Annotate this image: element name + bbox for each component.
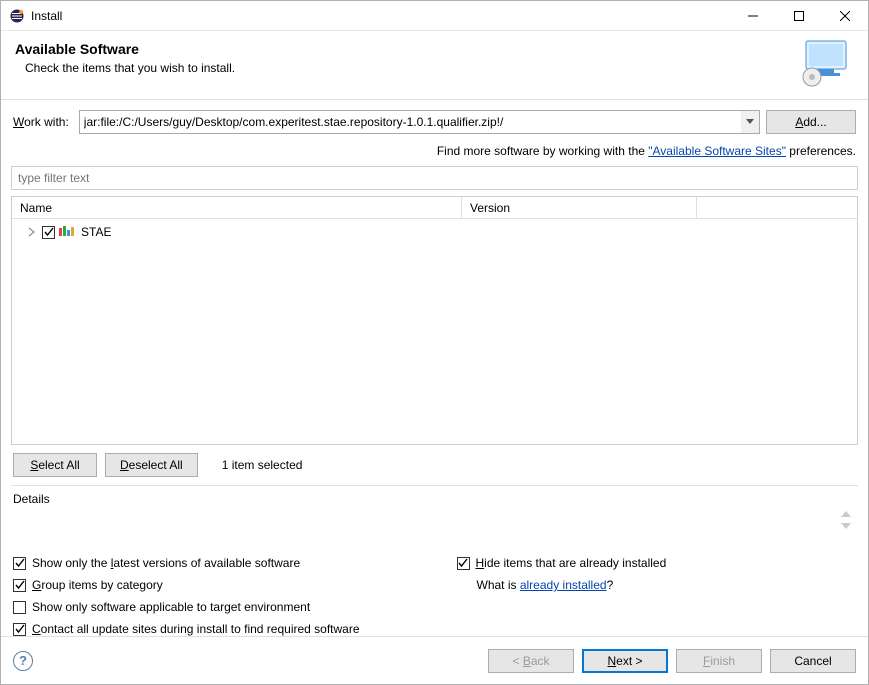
help-button[interactable]: ? [13, 651, 33, 671]
option-applicable[interactable]: Show only software applicable to target … [13, 600, 415, 614]
close-button[interactable] [822, 1, 868, 31]
work-with-label: Work with: [13, 115, 73, 129]
chevron-down-icon[interactable] [741, 111, 759, 133]
finish-button[interactable]: Finish [676, 649, 762, 673]
option-show-latest[interactable]: Show only the latest versions of availab… [13, 556, 415, 570]
option-contact-sites[interactable]: Contact all update sites during install … [13, 622, 415, 636]
checkbox-checked-icon[interactable] [13, 579, 26, 592]
install-dialog: Install Available Software Check the ite… [0, 0, 869, 685]
details-group: Details [11, 492, 858, 546]
wizard-header: Available Software Check the items that … [1, 31, 868, 100]
tree-item-stae[interactable]: STAE [18, 223, 851, 241]
option-label: Show only the latest versions of availab… [32, 556, 300, 570]
page-title: Available Software [15, 41, 235, 57]
tree-item-checkbox[interactable] [42, 226, 55, 239]
selection-count: 1 item selected [222, 458, 303, 472]
column-spacer [697, 197, 857, 218]
tree-header: Name Version [12, 197, 857, 219]
option-group-category[interactable]: Group items by category [13, 578, 415, 592]
wizard-footer: ? < Back Next > Finish Cancel [1, 636, 868, 684]
next-button[interactable]: Next > [582, 649, 668, 673]
already-installed-link[interactable]: already installed [520, 578, 607, 592]
eclipse-icon [9, 8, 25, 24]
window-title: Install [31, 9, 62, 23]
details-text[interactable] [11, 506, 858, 546]
work-with-row: Work with: Add... [11, 110, 858, 134]
software-tree[interactable]: Name Version [11, 196, 858, 445]
tree-item-label: STAE [79, 225, 111, 239]
work-with-input[interactable] [79, 110, 760, 134]
titlebar: Install [1, 1, 868, 31]
maximize-button[interactable] [776, 1, 822, 31]
page-subtitle: Check the items that you wish to install… [15, 61, 235, 75]
tree-body: STAE [12, 219, 857, 444]
cancel-button[interactable]: Cancel [770, 649, 856, 673]
option-label: Group items by category [32, 578, 163, 592]
option-label: Hide items that are already installed [476, 556, 667, 570]
selection-row: Select All Deselect All 1 item selected [11, 445, 858, 485]
install-graphic-icon [798, 39, 854, 87]
back-button[interactable]: < Back [488, 649, 574, 673]
option-label: Contact all update sites during install … [32, 622, 360, 636]
checkbox-unchecked-icon[interactable] [13, 601, 26, 614]
column-version[interactable]: Version [462, 197, 697, 218]
select-all-button[interactable]: Select All [13, 453, 97, 477]
work-with-combo[interactable] [79, 110, 760, 134]
what-is-installed: What is already installed? [457, 578, 859, 592]
details-spinner[interactable] [841, 511, 855, 529]
options-area: Show only the latest versions of availab… [11, 556, 858, 636]
option-hide-installed[interactable]: Hide items that are already installed [457, 556, 859, 570]
checkbox-checked-icon[interactable] [13, 557, 26, 570]
filter-input[interactable] [11, 166, 858, 190]
checkbox-checked-icon[interactable] [457, 557, 470, 570]
find-more-text: Find more software by working with the "… [11, 138, 858, 166]
category-icon [59, 226, 75, 238]
checkbox-checked-icon[interactable] [13, 623, 26, 636]
option-label: Show only software applicable to target … [32, 600, 310, 614]
add-button[interactable]: Add... [766, 110, 856, 134]
minimize-button[interactable] [730, 1, 776, 31]
column-name[interactable]: Name [12, 197, 462, 218]
dialog-body: Work with: Add... Find more software by … [1, 100, 868, 636]
details-legend: Details [11, 492, 858, 506]
available-sites-link[interactable]: "Available Software Sites" [648, 144, 786, 158]
chevron-right-icon[interactable] [26, 227, 38, 237]
deselect-all-button[interactable]: Deselect All [105, 453, 198, 477]
separator [11, 485, 858, 486]
